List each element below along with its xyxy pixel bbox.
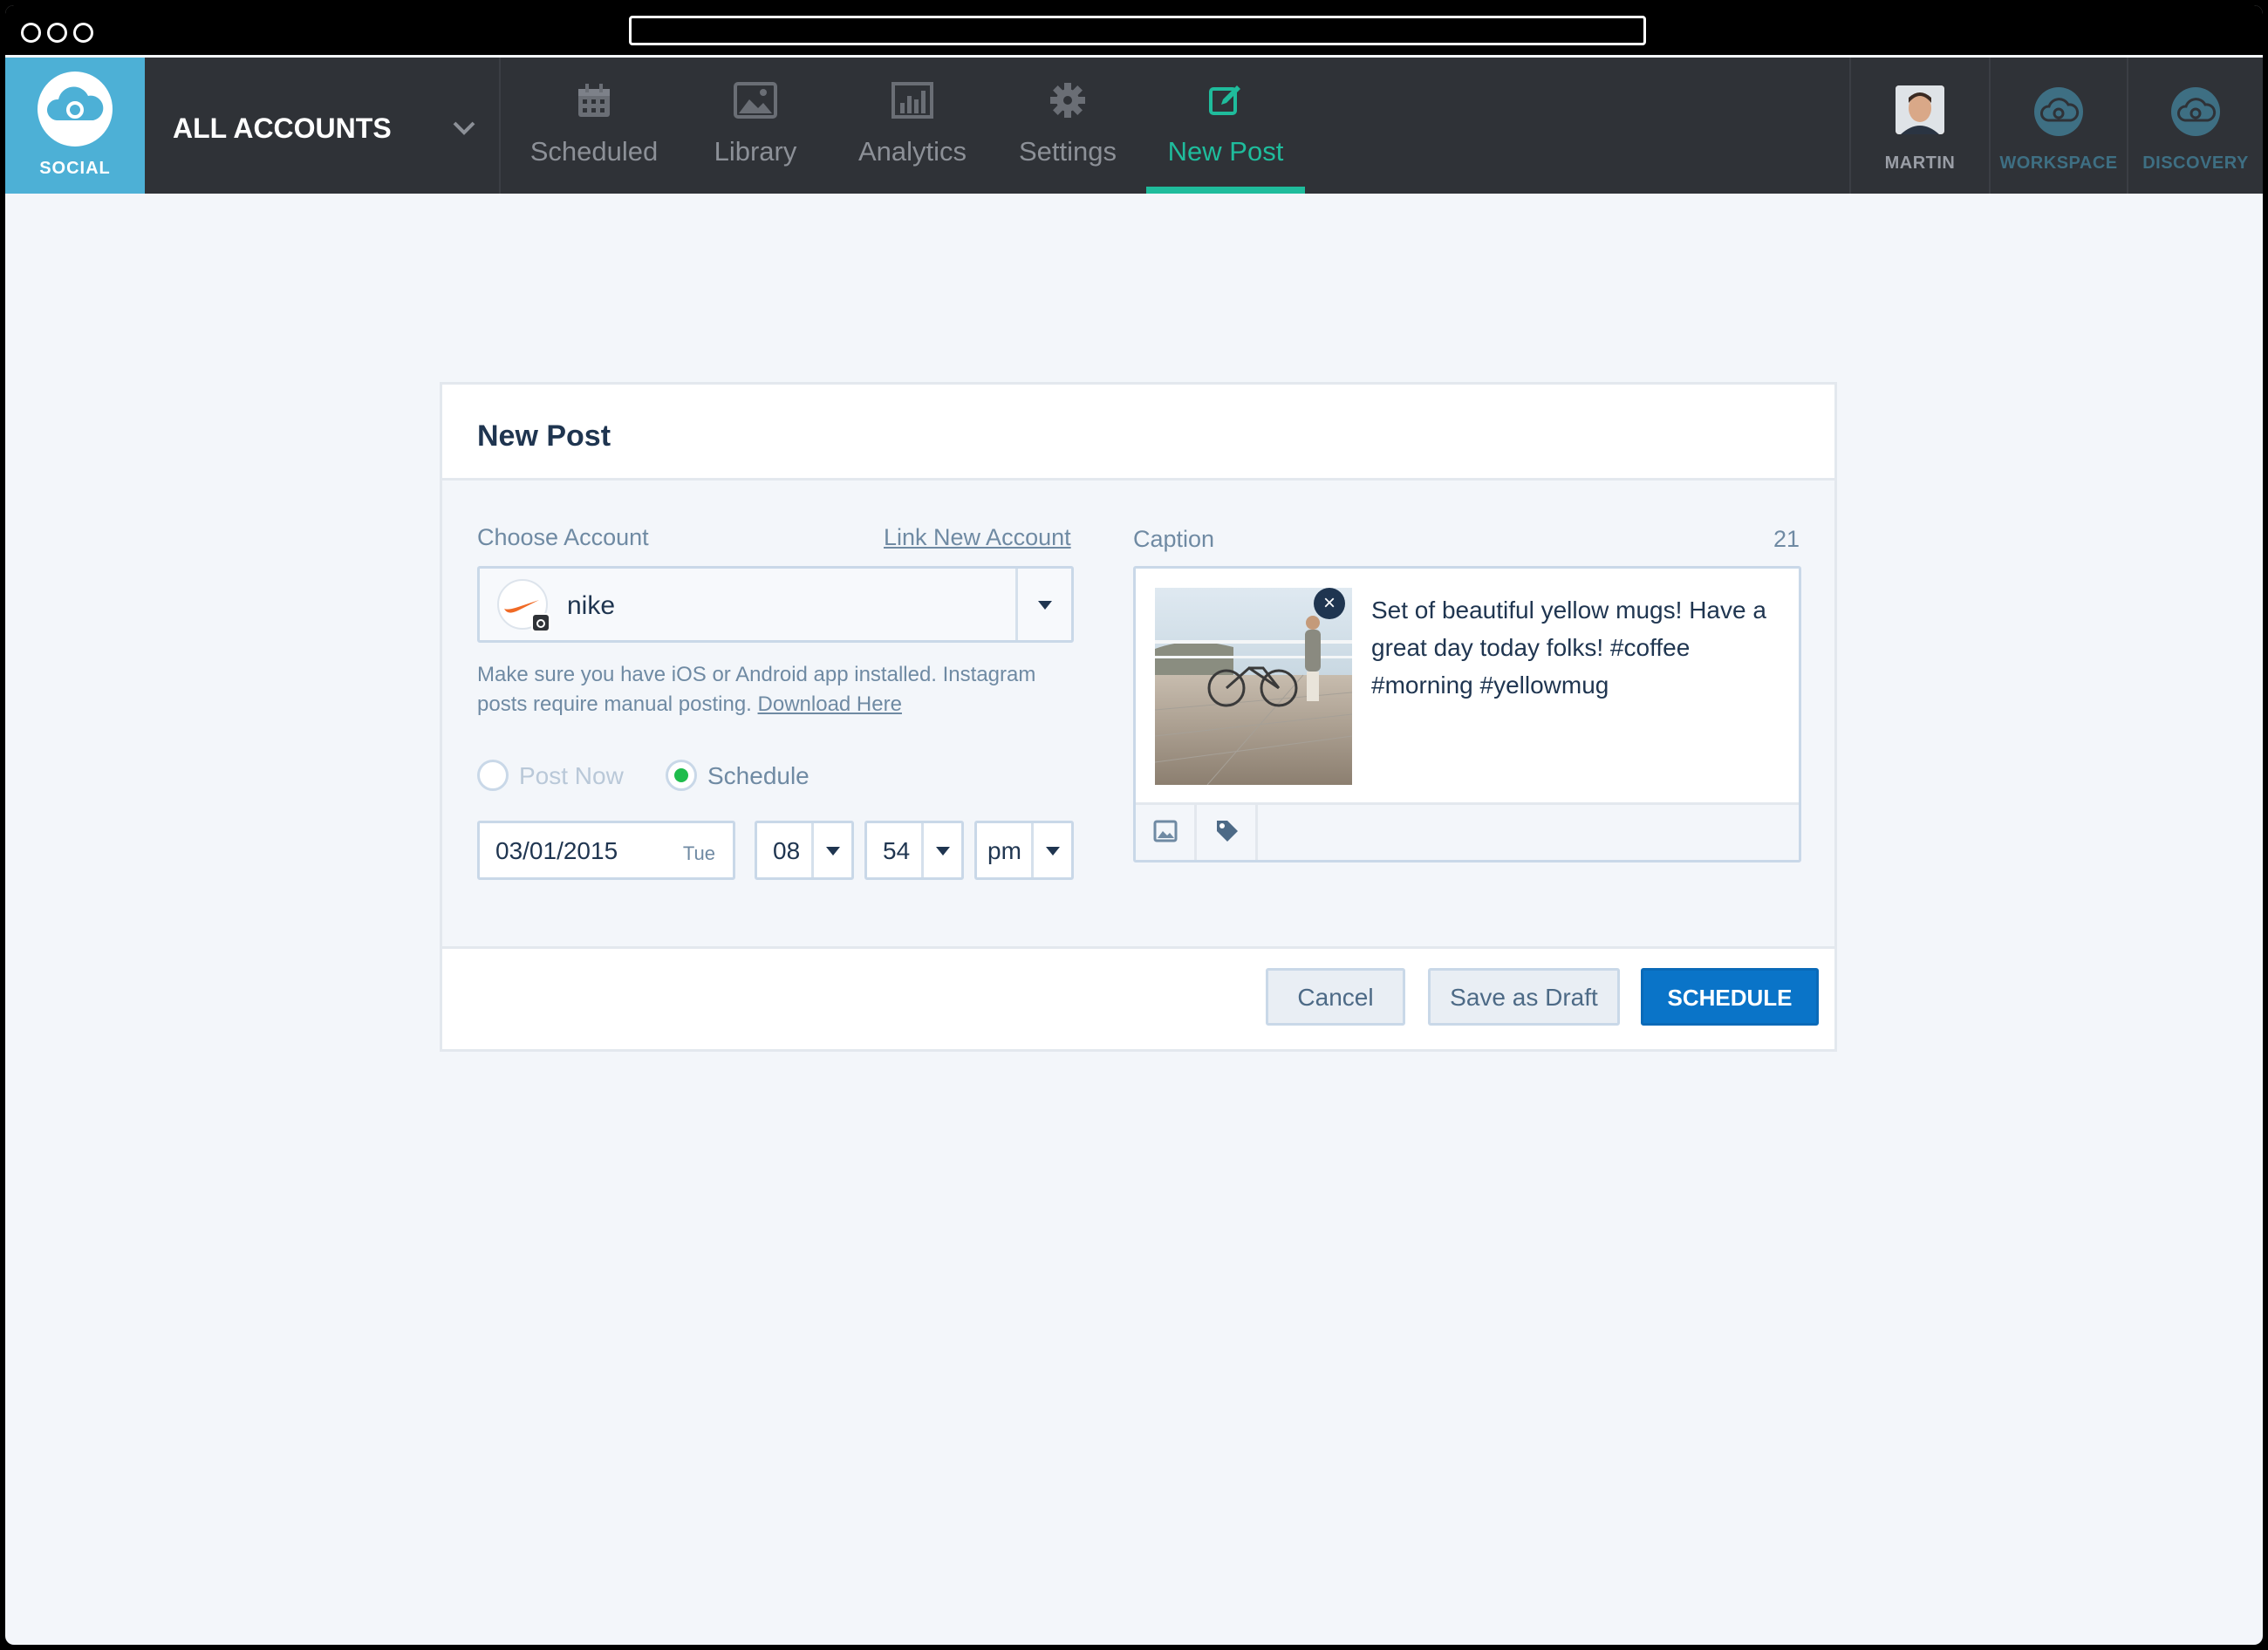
- download-link[interactable]: Download Here: [758, 692, 902, 716]
- choose-account-label: Choose Account: [477, 524, 649, 550]
- discovery-cloud-icon: [2171, 87, 2220, 136]
- workspace-label: WORKSPACE: [1999, 153, 2118, 173]
- tab-library-label: Library: [714, 136, 797, 167]
- date-field[interactable]: 03/01/2015 Tue: [477, 821, 735, 880]
- tab-scheduled-label: Scheduled: [529, 136, 659, 167]
- workspace-cloud-icon: [2034, 87, 2083, 136]
- calendar-icon: [578, 84, 610, 117]
- cancel-button[interactable]: Cancel: [1266, 968, 1405, 1026]
- tab-new-post[interactable]: New Post: [1146, 58, 1305, 194]
- tab-settings-label: Settings: [1018, 136, 1117, 167]
- workspace-switcher[interactable]: WORKSPACE: [1989, 58, 2127, 194]
- minute-value: 54: [883, 837, 911, 864]
- address-bar[interactable]: [629, 16, 1646, 45]
- post-now-label[interactable]: Post Now: [519, 762, 624, 790]
- post-now-radio[interactable]: [477, 760, 509, 791]
- user-name: MARTIN: [1884, 153, 1956, 173]
- ampm-select[interactable]: pm: [974, 821, 1074, 880]
- minute-select[interactable]: 54: [864, 821, 964, 880]
- active-tab-indicator: [1146, 187, 1305, 194]
- account-selector-label: ALL ACCOUNTS: [173, 112, 392, 144]
- user-menu[interactable]: MARTIN: [1849, 58, 1989, 194]
- hour-value: 08: [773, 837, 801, 864]
- image-icon: [734, 82, 777, 119]
- image-icon: [1153, 820, 1178, 842]
- avatar: [1896, 85, 1944, 134]
- tab-analytics-label: Analytics: [857, 136, 967, 167]
- minute-toggle[interactable]: [921, 823, 961, 877]
- caret-down-icon: [1045, 847, 1060, 856]
- account-dropdown[interactable]: nike: [477, 566, 1074, 643]
- remove-image-button[interactable]: ×: [1314, 588, 1345, 619]
- tab-library[interactable]: Library: [694, 58, 816, 194]
- ampm-value: pm: [987, 837, 1021, 864]
- caption-toolbar: [1136, 802, 1799, 860]
- new-post-card: New Post Choose Account Link New Account…: [440, 382, 1837, 1052]
- brand-logo[interactable]: SOCIAL: [5, 58, 145, 194]
- top-navigation: SOCIAL ALL ACCOUNTS Scheduled Library An…: [5, 58, 2263, 194]
- bar-chart-icon: [891, 82, 933, 119]
- add-image-button[interactable]: [1136, 805, 1197, 860]
- chevron-down-icon: [453, 121, 475, 135]
- schedule-radio[interactable]: [666, 760, 697, 791]
- window-minimize-dot[interactable]: [47, 23, 67, 43]
- account-dropdown-toggle[interactable]: [1015, 569, 1071, 640]
- tab-scheduled[interactable]: Scheduled: [520, 58, 668, 194]
- caption-label: Caption: [1133, 526, 1215, 552]
- hour-toggle[interactable]: [811, 823, 851, 877]
- caret-down-icon: [1037, 601, 1052, 610]
- note-text: Make sure you have iOS or Android app in…: [477, 663, 1036, 716]
- edit-icon: [1209, 85, 1240, 115]
- brand-label: SOCIAL: [39, 159, 111, 178]
- caption-editor[interactable]: × Set of beautiful yellow mugs! Have a g…: [1133, 566, 1801, 862]
- caption-text[interactable]: Set of beautiful yellow mugs! Have a gre…: [1371, 591, 1790, 704]
- instagram-icon: [531, 613, 550, 632]
- user-avatar-icon: [1896, 85, 1944, 134]
- date-value: 03/01/2015: [495, 837, 618, 864]
- caret-down-icon: [935, 847, 950, 856]
- tab-analytics[interactable]: Analytics: [843, 58, 982, 194]
- discovery-label: DISCOVERY: [2142, 153, 2249, 173]
- discovery-switcher[interactable]: DISCOVERY: [2127, 58, 2263, 194]
- window-close-dot[interactable]: [21, 23, 41, 43]
- account-avatar: [497, 579, 550, 632]
- caption-count: 21: [1773, 526, 1800, 552]
- window-chrome: [5, 5, 2263, 55]
- card-footer: Cancel Save as Draft SCHEDULE: [442, 946, 1834, 1049]
- schedule-label[interactable]: Schedule: [707, 762, 810, 790]
- cloud-camera-icon: [38, 72, 113, 147]
- add-tag-button[interactable]: [1197, 805, 1258, 860]
- tab-new-post-label: New Post: [1167, 136, 1284, 167]
- tag-icon: [1217, 821, 1238, 842]
- card-header: New Post: [442, 385, 1834, 481]
- page-title: New Post: [477, 419, 611, 453]
- instagram-note: Make sure you have iOS or Android app in…: [477, 660, 1074, 719]
- hour-select[interactable]: 08: [755, 821, 854, 880]
- tab-settings[interactable]: Settings: [1008, 58, 1127, 194]
- caret-down-icon: [825, 847, 840, 856]
- day-value: Tue: [682, 842, 715, 864]
- gear-icon: [1050, 83, 1085, 118]
- selected-account-name: nike: [567, 591, 616, 620]
- schedule-button[interactable]: SCHEDULE: [1641, 968, 1819, 1026]
- save-draft-button[interactable]: Save as Draft: [1428, 968, 1620, 1026]
- ampm-toggle[interactable]: [1031, 823, 1071, 877]
- account-selector[interactable]: ALL ACCOUNTS: [145, 58, 501, 194]
- window-maximize-dot[interactable]: [73, 23, 93, 43]
- link-new-account-link[interactable]: Link New Account: [884, 524, 1071, 551]
- browser-window: SOCIAL ALL ACCOUNTS Scheduled Library An…: [5, 5, 2263, 1645]
